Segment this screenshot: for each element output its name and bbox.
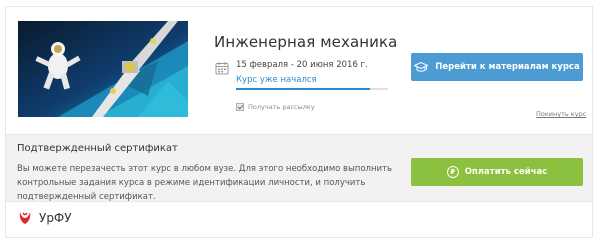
coin-icon: ₽ — [446, 166, 459, 178]
urfu-logo-icon — [19, 212, 31, 224]
university-block[interactable]: УрФУ — [18, 211, 72, 225]
calendar-icon — [215, 62, 229, 75]
university-name: УрФУ — [39, 211, 72, 225]
materials-button-label: Перейти к материалам курса — [435, 62, 580, 72]
checkbox-check-icon[interactable] — [236, 103, 244, 111]
pay-now-button[interactable]: ₽ Оплатить сейчас — [411, 158, 583, 186]
go-to-materials-button[interactable]: Перейти к материалам курса — [411, 53, 583, 81]
course-image[interactable] — [18, 21, 188, 117]
newsletter-label: Получать рассылку — [248, 103, 315, 111]
graduation-cap-icon — [414, 61, 429, 72]
course-dates: 15 февраля - 20 июня 2016 г. — [236, 60, 368, 70]
course-status: Курс уже начался — [236, 75, 388, 90]
pay-button-label: Оплатить сейчас — [464, 167, 548, 177]
leave-course-link[interactable]: Покинуть курс — [536, 110, 586, 118]
certificate-title: Подтвержденный сертификат — [17, 143, 178, 154]
certificate-section: Подтвержденный сертификат Вы можете пере… — [6, 134, 592, 202]
course-card: Инженерная механика 15 февраля - 20 июня… — [5, 6, 593, 238]
certificate-description: Вы можете перезачесть этот курс в любом … — [17, 164, 393, 202]
newsletter-checkbox[interactable]: Получать рассылку — [236, 103, 315, 111]
course-title[interactable]: Инженерная механика — [214, 33, 397, 51]
status-progress-track — [370, 88, 388, 90]
